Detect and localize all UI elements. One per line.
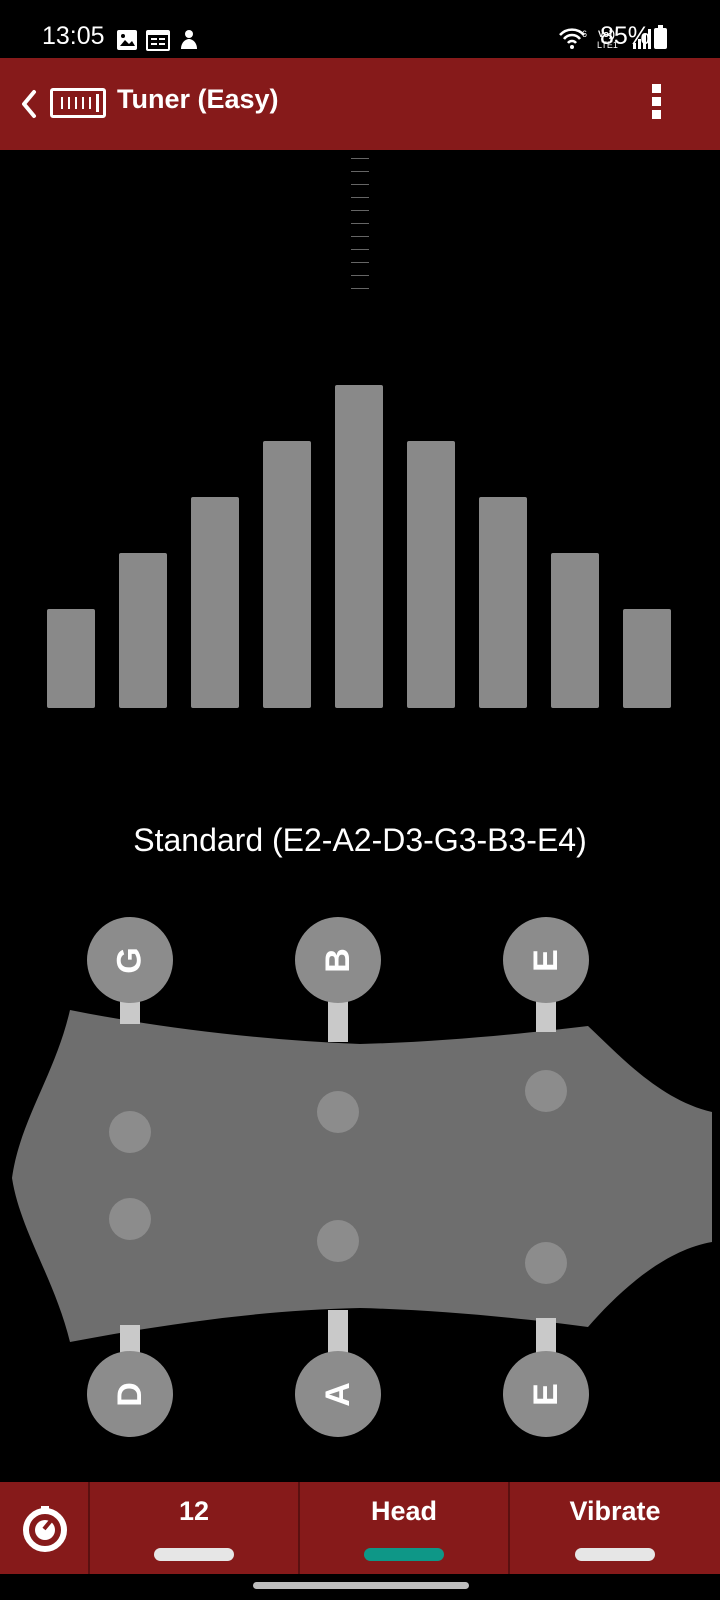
meter-bar bbox=[119, 553, 167, 708]
peg-hole bbox=[525, 1070, 567, 1112]
svg-text:6: 6 bbox=[582, 29, 587, 39]
peg-hole bbox=[109, 1198, 151, 1240]
peg-knob-bottom-2[interactable]: A bbox=[295, 1351, 381, 1437]
tab-label: 12 bbox=[178, 1496, 210, 1526]
tuner-icon bbox=[50, 88, 106, 118]
page-title: Tuner (Easy) bbox=[117, 84, 279, 114]
tab-indicator bbox=[575, 1548, 655, 1561]
battery-percent: 85% bbox=[600, 22, 651, 50]
meter-bar bbox=[263, 441, 311, 708]
tuning-label[interactable]: Standard (E2-A2-D3-G3-B3-E4) bbox=[0, 822, 720, 859]
tab-vibrate[interactable]: Vibrate bbox=[510, 1482, 720, 1574]
scale-tick bbox=[351, 197, 369, 198]
meter-bar bbox=[335, 385, 383, 708]
meter-bar bbox=[191, 497, 239, 708]
scale-tick bbox=[351, 275, 369, 276]
peg-knob-top-2[interactable]: B bbox=[295, 917, 381, 1003]
tab-indicator-active bbox=[364, 1548, 444, 1561]
scale-tick bbox=[351, 288, 369, 289]
scale-tick bbox=[351, 158, 369, 159]
toolbar bbox=[0, 58, 720, 150]
tab-label: Head bbox=[370, 1496, 438, 1526]
meter-bar bbox=[479, 497, 527, 708]
tab-label: Vibrate bbox=[569, 1496, 661, 1526]
scale-tick bbox=[351, 210, 369, 211]
peg-knob-top-3[interactable]: E bbox=[503, 917, 589, 1003]
peg-hole bbox=[109, 1111, 151, 1153]
scale-tick bbox=[351, 223, 369, 224]
gallery-icon bbox=[117, 30, 137, 50]
notification-icon bbox=[181, 30, 197, 49]
peg-hole bbox=[317, 1220, 359, 1262]
peg-note-label: E bbox=[526, 948, 565, 972]
peg-hole bbox=[317, 1091, 359, 1133]
scale-tick bbox=[351, 171, 369, 172]
scale-tick bbox=[351, 262, 369, 263]
meter-bar bbox=[407, 441, 455, 708]
tab-12[interactable]: 12 bbox=[90, 1482, 298, 1574]
status-icons-left bbox=[116, 28, 200, 52]
status-bar: 13:05 6 Vo)) LTE1 85% bbox=[0, 0, 720, 58]
navigation-handle[interactable] bbox=[253, 1582, 469, 1589]
tab-indicator bbox=[154, 1548, 234, 1561]
wifi-icon: 6 bbox=[559, 28, 587, 49]
scale-tick bbox=[351, 184, 369, 185]
peg-knob-top-1[interactable]: G bbox=[87, 917, 173, 1003]
more-vert-icon[interactable] bbox=[648, 84, 664, 124]
peg-note-label: B bbox=[318, 947, 357, 973]
tuning-post bbox=[328, 1310, 348, 1355]
scale-tick bbox=[351, 236, 369, 237]
peg-note-label: E bbox=[526, 1382, 565, 1406]
battery-icon bbox=[654, 25, 667, 49]
meter-bar bbox=[47, 609, 95, 708]
meter-bar bbox=[551, 553, 599, 708]
status-time: 13:05 bbox=[42, 22, 105, 50]
peg-knob-bottom-3[interactable]: E bbox=[503, 1351, 589, 1437]
peg-note-label: D bbox=[110, 1381, 149, 1407]
meter-bar bbox=[623, 609, 671, 708]
scale-tick bbox=[351, 249, 369, 250]
peg-note-label: G bbox=[110, 946, 149, 974]
headstock bbox=[12, 1010, 712, 1342]
peg-knob-bottom-1[interactable]: D bbox=[87, 1351, 173, 1437]
chevron-left-icon[interactable] bbox=[14, 84, 42, 124]
tab-head[interactable]: Head bbox=[300, 1482, 508, 1574]
tuning-post bbox=[536, 1318, 556, 1353]
peg-hole bbox=[525, 1242, 567, 1284]
peg-note-label: A bbox=[318, 1381, 357, 1407]
calendar-icon bbox=[146, 30, 170, 51]
gauge-icon[interactable] bbox=[20, 1503, 70, 1553]
